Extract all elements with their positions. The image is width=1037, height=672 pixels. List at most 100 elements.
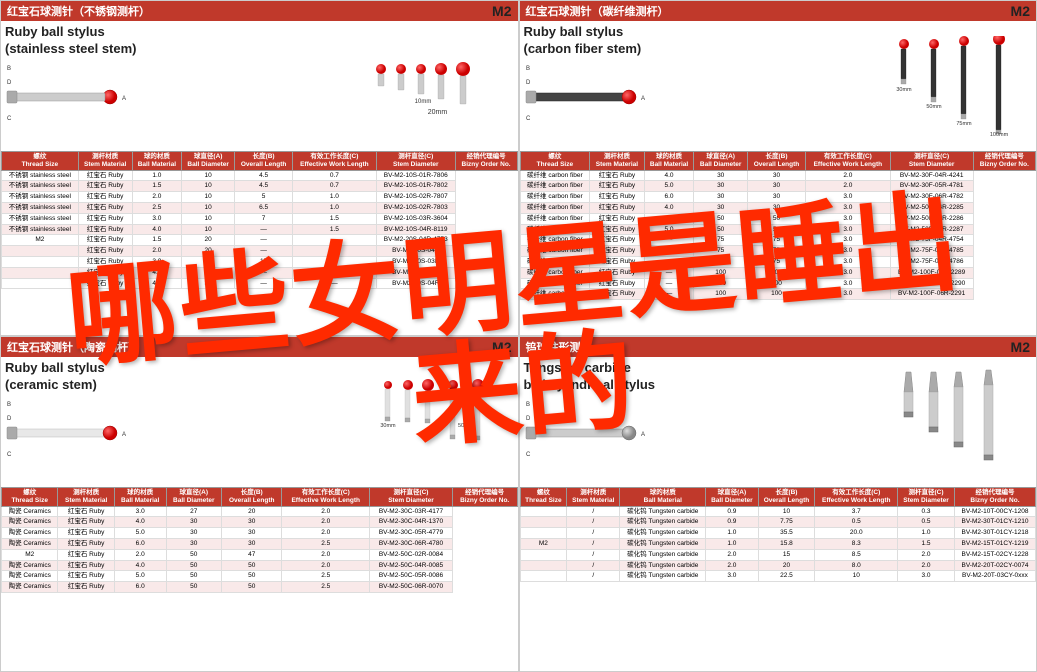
- table-cell: 碳纤维 carbon fiber: [520, 289, 590, 300]
- table-row: 陶瓷 Ceramics红宝石 Ruby4.030302.0BV-M2-30C-0…: [2, 517, 518, 528]
- panel-bl-header: 红宝石球测针（陶瓷测杆） M2: [1, 337, 518, 357]
- table-cell: 碳纤维 carbon fiber: [520, 213, 590, 224]
- table-cell: —: [235, 267, 293, 278]
- table-cell: BV-M2-20S-04R: [376, 267, 455, 278]
- table-cell: BV-M2-20S-04R: [376, 246, 455, 257]
- table-cell: 30: [166, 538, 222, 549]
- styli-svg-tr: 30mm 50mm 75mm: [884, 36, 1029, 136]
- panel-tr-top: Ruby ball stylus (carbon fiber stem) B D…: [520, 21, 1037, 151]
- th-stem-bl: 测杆材质Stem Material: [58, 488, 114, 507]
- svg-text:75mm: 75mm: [956, 121, 972, 127]
- table-cell: 红宝石 Ruby: [78, 202, 132, 213]
- table-cell: —: [292, 256, 376, 267]
- table-cell: 15.8: [758, 538, 815, 549]
- table-row: 红宝石 Ruby4.030——BV-M2-30S-04R: [2, 278, 518, 289]
- table-cell: —: [292, 267, 376, 278]
- table-cell: 红宝石 Ruby: [590, 246, 644, 257]
- table-cell: 0.9: [706, 506, 758, 517]
- table-cell: 0.3: [898, 506, 955, 517]
- table-cell: 50: [222, 571, 282, 582]
- table-cell: 50: [166, 549, 222, 560]
- table-cell: 1.0: [706, 538, 758, 549]
- table-cell: —: [644, 267, 694, 278]
- table-cell: BV-M2-15T-01CY-1219: [954, 538, 1035, 549]
- th-order-tr: 经销代理编号Bizny Order No.: [973, 152, 1035, 171]
- table-cell: 红宝石 Ruby: [58, 528, 114, 539]
- table-cell: 碳化钨 Tungsten carbide: [620, 549, 706, 560]
- table-cell: 碳纤维 carbon fiber: [520, 246, 590, 257]
- table-cell: 红宝石 Ruby: [58, 571, 114, 582]
- table-cell: BV-M2-50F-06R-2287: [890, 224, 973, 235]
- th-stem-br: 测杆材质Stem Material: [567, 488, 620, 507]
- table-cell: 15: [758, 549, 815, 560]
- th-work-bl: 有效工作长度(C)Effective Work Length: [282, 488, 370, 507]
- panel-tr-table: 螺纹Thread Size 测杆材质Stem Material 球的材质Ball…: [520, 151, 1037, 300]
- table-cell: /: [567, 528, 620, 539]
- table-cell: 10: [182, 181, 235, 192]
- table-cell: 2.0: [806, 170, 891, 181]
- table-cell: —: [644, 289, 694, 300]
- table-cell: 5: [235, 192, 293, 203]
- table-cell: 碳化钨 Tungsten carbide: [620, 538, 706, 549]
- table-cell: 4.0: [644, 202, 694, 213]
- table-cell: 1.5: [898, 538, 955, 549]
- table-cell: 20: [182, 246, 235, 257]
- table-cell: 红宝石 Ruby: [78, 224, 132, 235]
- main-grid: 红宝石球测针（不锈钢测杆） M2 Ruby ball stylus (stain…: [0, 0, 1037, 672]
- table-cell: 碳纤维 carbon fiber: [520, 235, 590, 246]
- table-cell: 陶瓷 Ceramics: [2, 582, 58, 593]
- table-cell: 红宝石 Ruby: [590, 213, 644, 224]
- table-cell: 30: [747, 181, 805, 192]
- table-cell: 1.5: [292, 213, 376, 224]
- table-cell: 10: [182, 213, 235, 224]
- table-cell: BV-M2-30F-06R-4782: [890, 192, 973, 203]
- panel-bl-title: Ruby ball stylus (ceramic stem): [5, 360, 354, 394]
- svg-text:50mm: 50mm: [458, 423, 474, 429]
- table-cell: 20.0: [815, 528, 898, 539]
- table-cell: 陶瓷 Ceramics: [2, 517, 58, 528]
- th-ball-mat: 球的材质Ball Material: [132, 152, 181, 171]
- table-cell: 50: [166, 582, 222, 593]
- svg-text:D: D: [7, 416, 12, 422]
- table-cell: 1.0: [292, 202, 376, 213]
- table-cell: 75: [747, 246, 805, 257]
- panel-bl-table: 螺纹Thread Size 测杆材质Stem Material 球的材质Ball…: [1, 487, 518, 593]
- table-cell: 7.75: [758, 517, 815, 528]
- table-cell: 20: [758, 560, 815, 571]
- panel-carbon-fiber: 红宝石球测针（碳纤维测杆） M2 Ruby ball stylus (carbo…: [519, 0, 1037, 336]
- table-cell: 4.0: [132, 224, 181, 235]
- table-cell: 碳化钨 Tungsten carbide: [620, 506, 706, 517]
- table-cell: [520, 560, 567, 571]
- table-cell: /: [567, 549, 620, 560]
- table-cell: 1.0: [132, 170, 181, 181]
- table-row: /碳化钨 Tungsten carbide2.0208.02.0BV-M2-20…: [520, 560, 1036, 571]
- table-row: /碳化钨 Tungsten carbide0.97.750.50.5BV-M2-…: [520, 517, 1036, 528]
- table-cell: 红宝石 Ruby: [590, 278, 644, 289]
- table-cell: 红宝石 Ruby: [58, 582, 114, 593]
- table-cell: 6.5: [235, 202, 293, 213]
- table-row: 碳纤维 carbon fiber红宝石 Ruby—1001003.0BV-M2-…: [520, 267, 1036, 278]
- th-thread-br: 螺纹Thread Size: [520, 488, 567, 507]
- table-cell: 碳纤维 carbon fiber: [520, 224, 590, 235]
- svg-text:30mm: 30mm: [896, 87, 912, 93]
- table-row: M2红宝石 Ruby1.520——BV-M2-20S-04R-4753: [2, 235, 518, 246]
- table-cell: BV-M2-10S-03R-3604: [376, 213, 455, 224]
- panel-br-right: [876, 357, 1036, 487]
- svg-text:A: A: [641, 96, 645, 102]
- table-cell: 陶瓷 Ceramics: [2, 506, 58, 517]
- table-cell: 75: [694, 256, 748, 267]
- th-ball-dia-bl: 球直径(A)Ball Diameter: [166, 488, 222, 507]
- table-cell: 2.0: [114, 549, 166, 560]
- svg-text:C: C: [526, 116, 531, 122]
- tungsten-table: 螺纹Thread Size 测杆材质Stem Material 球的材质Ball…: [520, 487, 1037, 582]
- table-row: 不锈钢 stainless steel红宝石 Ruby3.01071.5BV-M…: [2, 213, 518, 224]
- table-cell: 碳纤维 carbon fiber: [520, 256, 590, 267]
- table-cell: BV-M2-20T-02CY-0074: [954, 560, 1035, 571]
- panel-br-left: Tungsten carbide ball cylindrical stylus…: [520, 357, 877, 487]
- table-cell: 红宝石 Ruby: [58, 517, 114, 528]
- table-cell: BV-M2-75F-04R-4754: [890, 235, 973, 246]
- panel-tl-right: 10mm 20mm: [358, 21, 518, 151]
- table-cell: [520, 506, 567, 517]
- table-cell: 20: [182, 256, 235, 267]
- table-cell: 红宝石 Ruby: [590, 256, 644, 267]
